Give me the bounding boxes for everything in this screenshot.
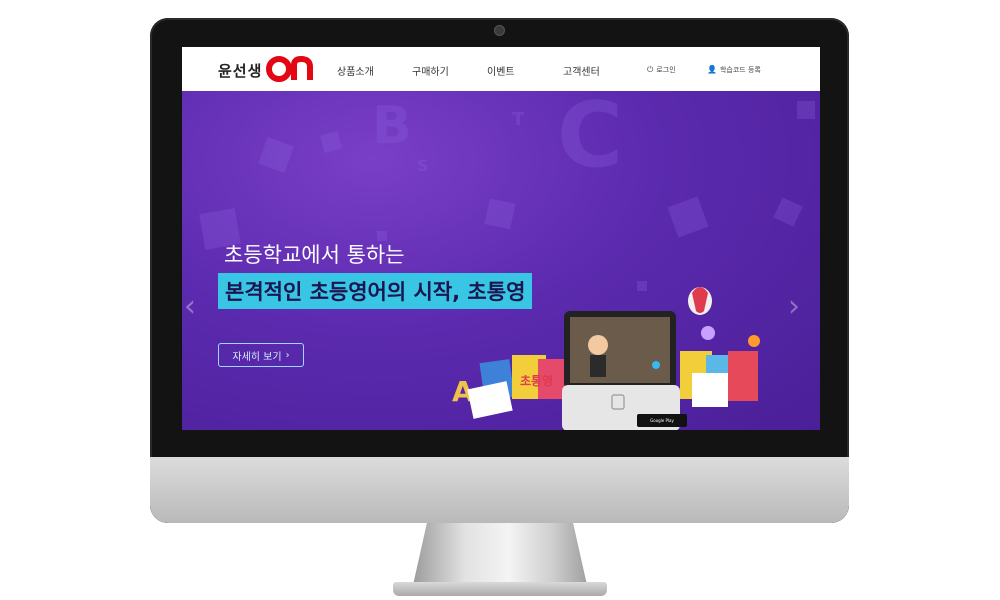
nav-item-support[interactable]: 고객센터 (563, 63, 600, 78)
chevron-right-icon[interactable]: › (788, 289, 800, 324)
nav-item-events[interactable]: 이벤트 (487, 63, 515, 78)
login-link[interactable]: ⏻ 로그인 (647, 65, 676, 75)
chevron-left-icon[interactable]: ‹ (184, 289, 196, 324)
nav-item-purchase[interactable]: 구매하기 (412, 63, 449, 78)
logo-text: On (266, 55, 268, 56)
nav-item-products[interactable]: 상품소개 (337, 63, 374, 78)
top-navigation: 윤선생 On 상품소개 구매하기 이벤트 고객센터 ⏻ 로그인 👤 학습코드 등록 (182, 47, 820, 92)
screen: 윤선생 On 상품소개 구매하기 이벤트 고객센터 ⏻ 로그인 👤 학습코드 등록 … (182, 47, 820, 430)
brand-name[interactable]: 윤선생 (218, 60, 262, 81)
power-icon: ⏻ (647, 65, 654, 74)
user-icon: 👤 (707, 65, 717, 74)
monitor-stand (413, 523, 587, 585)
detail-button-label: 자세히 보기 (232, 351, 282, 363)
register-label: 학습코드 등록 (719, 66, 761, 74)
hero-banner: B C T S ‹ › 초등학교에서 통하는 본격적인 초등영어의 시작, 초통… (182, 91, 820, 430)
chevron-right-small-icon: › (285, 349, 290, 361)
svg-text:T: T (512, 109, 525, 130)
on-logo-icon[interactable]: On (266, 55, 318, 83)
google-play-badge[interactable]: Google Play (637, 414, 687, 427)
google-play-label: Google Play (650, 418, 674, 423)
login-label: 로그인 (656, 66, 676, 74)
register-link[interactable]: 👤 학습코드 등록 (707, 65, 761, 75)
book-cover-title: 초통영 (520, 373, 553, 388)
monitor-chin (150, 457, 849, 523)
product-illustration: A 초통영 (452, 287, 760, 430)
monitor-stand-base (393, 582, 607, 596)
hero-subtitle: 초등학교에서 통하는 (224, 243, 405, 267)
svg-text:S: S (417, 156, 429, 175)
detail-button[interactable]: 자세히 보기 › (218, 343, 304, 367)
webcam-icon (495, 26, 504, 35)
svg-text:B: B (372, 96, 412, 156)
svg-text:C: C (557, 91, 623, 188)
